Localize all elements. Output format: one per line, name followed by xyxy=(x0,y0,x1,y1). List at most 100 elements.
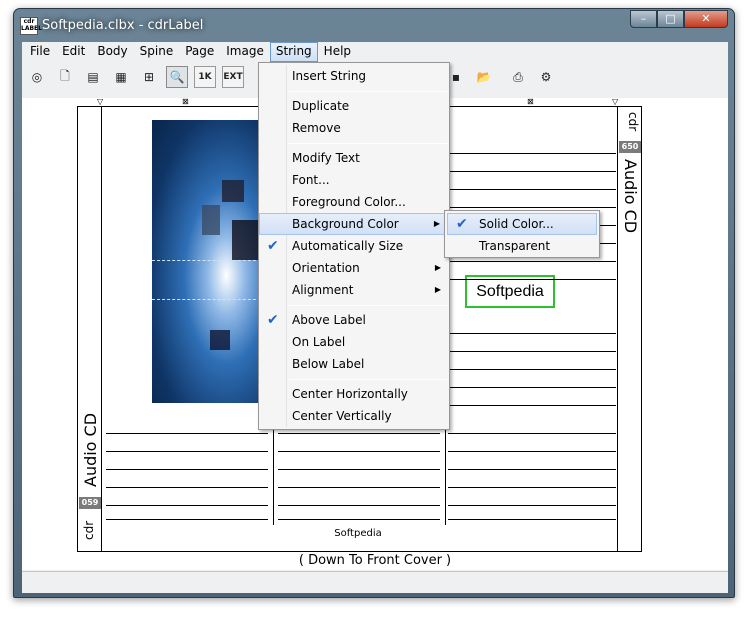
cd-icon[interactable]: ◎ xyxy=(26,66,48,88)
cover-caption: ( Down To Front Cover ) xyxy=(298,553,452,568)
above-label-label: Above Label xyxy=(292,313,366,327)
ruled-line xyxy=(448,351,616,352)
below-label-item[interactable]: Below Label xyxy=(259,353,449,375)
automatically-size-label: Automatically Size xyxy=(292,239,404,253)
menu-bar: File Edit Body Spine Page Image String H… xyxy=(22,42,728,62)
ruled-line xyxy=(106,487,268,488)
right-spine-title: Audio CD xyxy=(621,159,640,234)
ruled-line xyxy=(448,487,616,488)
zoom-icon[interactable]: 🔍 xyxy=(166,66,188,88)
ruled-line xyxy=(448,469,616,470)
background-color-label: Background Color xyxy=(292,217,399,231)
check-icon: ✔ xyxy=(267,238,279,254)
solid-color-label: Solid Color... xyxy=(479,217,554,231)
status-bar xyxy=(22,571,728,593)
ruled-line xyxy=(106,433,268,434)
open-folder-icon[interactable]: 📂 xyxy=(473,66,495,88)
ruled-line xyxy=(278,519,440,520)
menu-string[interactable]: String xyxy=(269,42,318,62)
ruled-line xyxy=(106,505,268,506)
ruled-line xyxy=(448,369,616,370)
minimize-button[interactable]: – xyxy=(630,10,657,28)
above-label-item[interactable]: ✔ Above Label xyxy=(259,309,449,331)
submenu-arrow-icon: ▶ xyxy=(433,219,440,228)
maximize-button[interactable]: □ xyxy=(657,10,684,28)
center-vertically-item[interactable]: Center Vertically xyxy=(259,405,449,427)
left-spine[interactable]: Audio CD 059 cdr xyxy=(78,107,102,551)
new-document-icon[interactable]: 🗋 xyxy=(54,66,76,88)
settings-icon[interactable]: ⚙ xyxy=(535,66,557,88)
menu-image[interactable]: Image xyxy=(220,42,270,62)
add-page-icon[interactable]: ▦ xyxy=(110,66,132,88)
ruled-line xyxy=(448,333,616,334)
ruled-line xyxy=(278,487,440,488)
foreground-color-item[interactable]: Foreground Color... xyxy=(259,191,449,213)
font-item[interactable]: Font... xyxy=(259,169,449,191)
close-button[interactable]: ✕ xyxy=(684,10,728,28)
right-spine-sub: cdr xyxy=(626,112,640,132)
transparent-item[interactable]: Transparent xyxy=(447,235,597,257)
menu-body[interactable]: Body xyxy=(91,42,133,62)
ruled-line xyxy=(448,519,616,520)
title-bar[interactable]: cdr LABEL Softpedia.clbx - cdrLabel – □ … xyxy=(14,9,734,42)
ruled-line xyxy=(106,451,268,452)
tree-icon[interactable]: ⊞ xyxy=(138,66,160,88)
ruled-line xyxy=(448,171,616,172)
left-spine-badge: 059 xyxy=(79,497,101,509)
submenu-arrow-icon: ▶ xyxy=(434,263,441,272)
ruled-line xyxy=(448,279,616,280)
string-menu: Insert String Duplicate Remove Modify Te… xyxy=(258,62,450,430)
menu-help[interactable]: Help xyxy=(318,42,357,62)
ruled-line xyxy=(448,433,616,434)
left-spine-sub: cdr xyxy=(82,520,96,540)
check-icon: ✔ xyxy=(456,216,468,232)
menu-spine[interactable]: Spine xyxy=(134,42,180,62)
top-marker-icon[interactable]: ▽ xyxy=(612,97,618,106)
automatically-size-item[interactable]: ✔ Automatically Size xyxy=(259,235,449,257)
1k-button[interactable]: 1K xyxy=(194,66,216,88)
top-marker-icon[interactable]: ▽ xyxy=(97,97,103,106)
modify-text-item[interactable]: Modify Text xyxy=(259,147,449,169)
ruled-line xyxy=(278,469,440,470)
alignment-item[interactable]: Alignment ▶ xyxy=(259,279,449,301)
ext-button[interactable]: EXT xyxy=(222,66,244,88)
ruled-line xyxy=(278,433,440,434)
center-horizontally-item[interactable]: Center Horizontally xyxy=(259,383,449,405)
top-marker-x-icon[interactable]: ⊠ xyxy=(182,97,189,106)
ruled-line xyxy=(448,189,616,190)
print-icon[interactable]: ⎙ xyxy=(507,66,529,88)
left-spine-title: Audio CD xyxy=(81,412,100,487)
duplicate-item[interactable]: Duplicate xyxy=(259,95,449,117)
menu-file[interactable]: File xyxy=(24,42,56,62)
ruled-line xyxy=(106,519,268,520)
window-title: Softpedia.clbx - cdrLabel xyxy=(42,18,204,33)
menu-edit[interactable]: Edit xyxy=(56,42,91,62)
insert-string-item[interactable]: Insert String xyxy=(259,65,449,87)
on-label-item[interactable]: On Label xyxy=(259,331,449,353)
ruled-line xyxy=(278,505,440,506)
ruled-line xyxy=(448,387,616,388)
solid-color-item[interactable]: ✔ Solid Color... xyxy=(447,213,597,235)
background-color-submenu: ✔ Solid Color... Transparent xyxy=(444,210,600,258)
ruled-line xyxy=(278,451,440,452)
ruled-line xyxy=(448,405,616,406)
orientation-item[interactable]: Orientation ▶ xyxy=(259,257,449,279)
ruled-line xyxy=(448,451,616,452)
footer-string[interactable]: Softpedia xyxy=(318,528,398,539)
remove-item[interactable]: Remove xyxy=(259,117,449,139)
orientation-label: Orientation xyxy=(292,261,360,275)
submenu-arrow-icon: ▶ xyxy=(434,285,441,294)
menu-page[interactable]: Page xyxy=(179,42,220,62)
alignment-label: Alignment xyxy=(292,283,354,297)
right-spine[interactable]: cdr 650 Audio CD xyxy=(617,107,641,551)
right-spine-badge: 650 xyxy=(619,141,641,153)
top-marker-x-icon[interactable]: ⊠ xyxy=(527,97,534,106)
check-icon: ✔ xyxy=(267,312,279,328)
ruled-line xyxy=(106,469,268,470)
body-view-icon[interactable]: ▤ xyxy=(82,66,104,88)
app-icon: cdr LABEL xyxy=(20,17,42,35)
ruled-line xyxy=(448,505,616,506)
ruled-line xyxy=(448,207,616,208)
background-color-item[interactable]: Background Color ▶ xyxy=(259,213,449,235)
ruled-line xyxy=(448,261,616,262)
